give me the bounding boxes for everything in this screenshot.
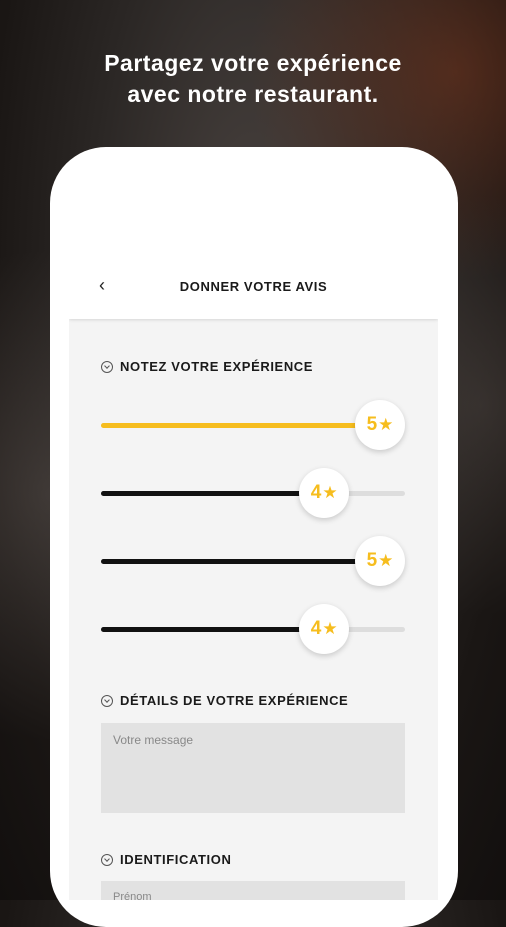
section-rating-title: NOTEZ VOTRE EXPÉRIENCE — [120, 359, 314, 374]
star-icon: ★ — [378, 415, 394, 434]
star-icon: ★ — [322, 619, 338, 638]
section-details-title: DÉTAILS DE VOTRE EXPÉRIENCE — [120, 693, 349, 708]
section-details-header[interactable]: DÉTAILS DE VOTRE EXPÉRIENCE — [101, 693, 348, 708]
section-identification-title: IDENTIFICATION — [120, 852, 232, 867]
rating-value: 5 — [366, 414, 378, 435]
slider-thumb[interactable]: 5 ★ — [355, 400, 405, 450]
rating-slider[interactable]: 5 ★ — [101, 536, 405, 586]
slider-thumb[interactable]: 4 ★ — [299, 468, 350, 518]
app-bar: ‹ DONNER VOTRE AVIS — [69, 250, 438, 319]
slider-fill — [101, 627, 325, 632]
headline: Partagez votre expérience avec notre res… — [0, 48, 506, 110]
slider-track[interactable] — [101, 491, 405, 496]
chevron-down-icon — [101, 360, 113, 373]
app-screen: ‹ DONNER VOTRE AVIS NOTEZ VOTRE EXPÉRIEN… — [69, 250, 438, 900]
rating-slider[interactable]: 4 ★ — [101, 468, 405, 518]
slider-fill — [101, 491, 325, 496]
rating-value: 4 — [310, 618, 322, 639]
slider-thumb[interactable]: 5 ★ — [355, 536, 405, 586]
section-rating-header[interactable]: NOTEZ VOTRE EXPÉRIENCE — [101, 359, 313, 374]
rating-value: 4 — [310, 482, 322, 503]
headline-line-2: avec notre restaurant. — [127, 81, 379, 107]
firstname-field[interactable]: Prénom — [101, 881, 405, 900]
chevron-down-icon — [101, 694, 113, 707]
page-title: DONNER VOTRE AVIS — [179, 279, 328, 294]
rating-slider[interactable]: 4 ★ — [101, 604, 405, 654]
rating-slider[interactable]: 5 ★ — [101, 400, 405, 450]
section-identification-header[interactable]: IDENTIFICATION — [101, 852, 231, 867]
slider-thumb[interactable]: 4 ★ — [299, 604, 350, 654]
headline-line-1: Partagez votre expérience — [104, 50, 402, 76]
star-icon: ★ — [378, 551, 394, 570]
slider-fill — [101, 559, 380, 564]
star-icon: ★ — [322, 483, 338, 502]
chevron-down-icon — [101, 853, 113, 866]
rating-value: 5 — [366, 550, 378, 571]
slider-fill — [101, 423, 380, 428]
slider-track[interactable] — [101, 627, 405, 632]
message-textarea[interactable]: Votre message — [101, 723, 405, 813]
